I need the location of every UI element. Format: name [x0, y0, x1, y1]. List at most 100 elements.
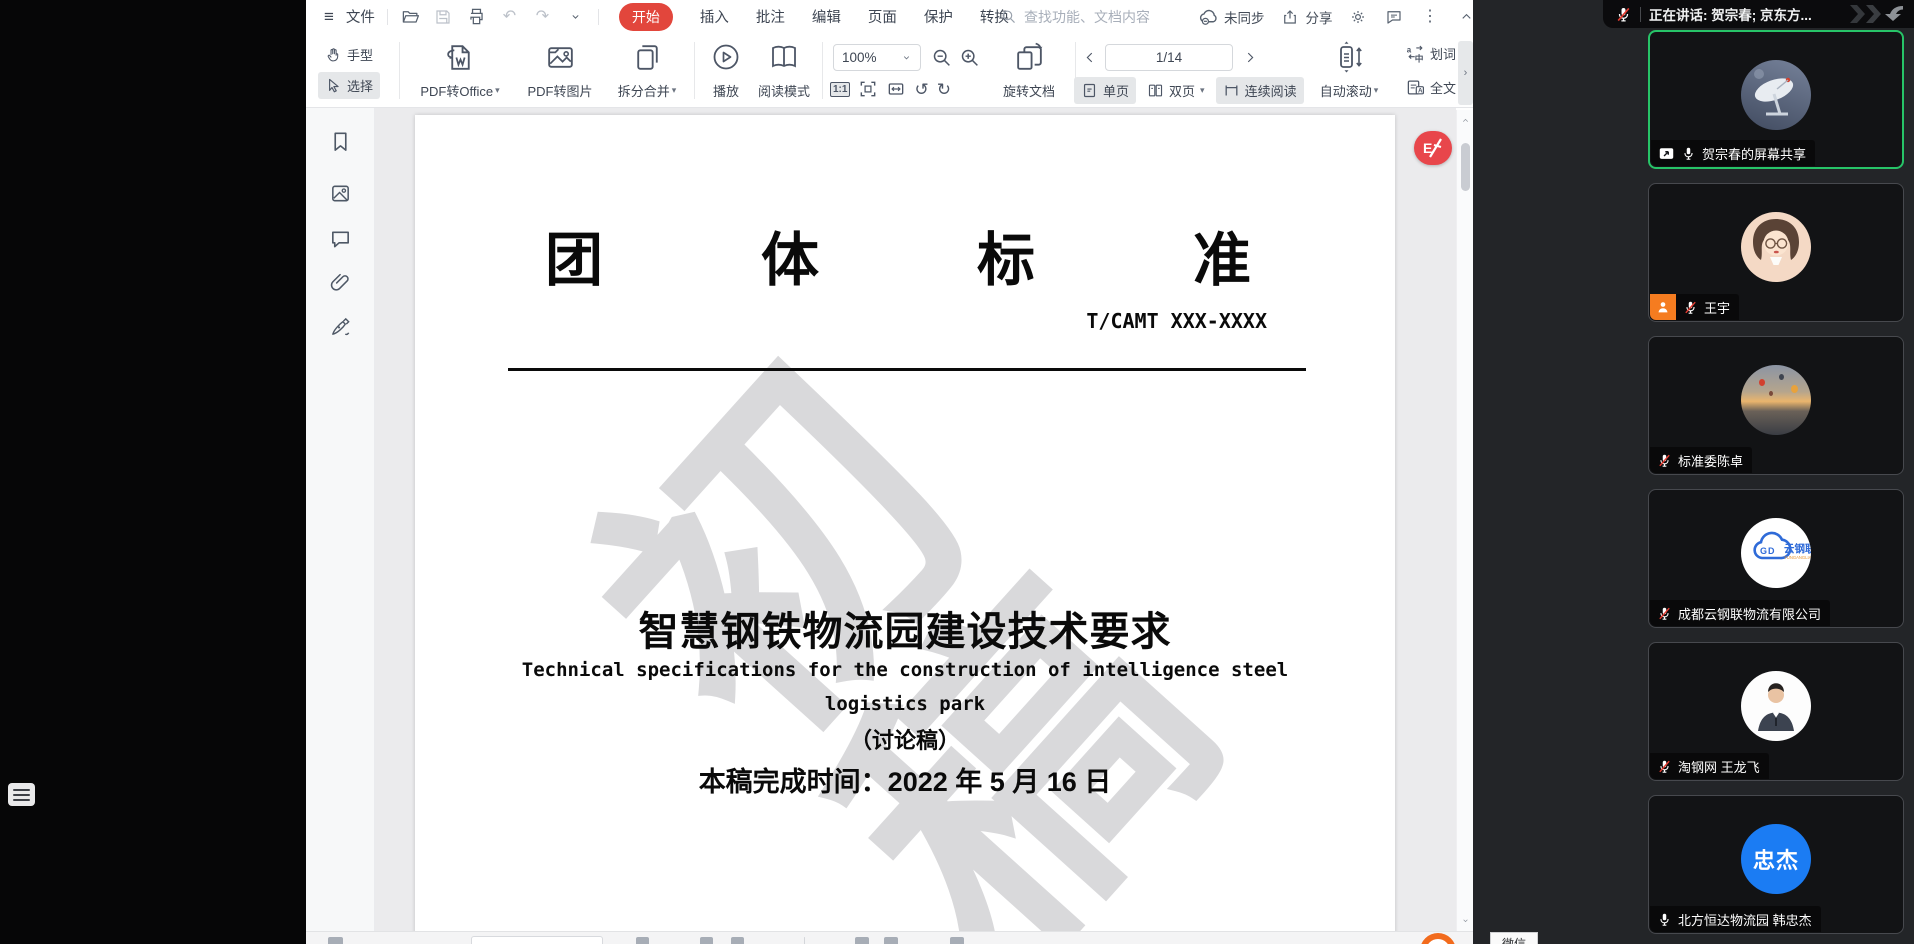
hamburger-menu-icon[interactable]: ≡	[324, 7, 334, 27]
status-icon[interactable]	[950, 937, 964, 944]
scroll-up-icon[interactable]	[1461, 116, 1470, 125]
sync-status-label: 未同步	[1224, 7, 1265, 27]
status-icon[interactable]	[636, 937, 649, 944]
status-icon[interactable]	[884, 937, 898, 944]
status-search-box[interactable]	[471, 936, 603, 944]
muted-mic-icon[interactable]	[1615, 6, 1632, 23]
tab-page[interactable]: 页面	[868, 6, 897, 27]
split-merge-button[interactable]: 拆分合并▾	[608, 40, 686, 102]
mic-muted-icon	[1657, 606, 1672, 621]
tab-home[interactable]: 开始	[619, 3, 673, 31]
divider	[804, 937, 805, 944]
mic-muted-icon	[1683, 300, 1698, 315]
auto-scroll-button[interactable]: 自动滚动▾	[1310, 40, 1388, 102]
signature-icon[interactable]	[327, 313, 353, 339]
person-icon	[1655, 299, 1671, 315]
select-tool-label: 选择	[347, 76, 373, 95]
scroll-down-icon[interactable]	[1461, 916, 1470, 925]
outline-toggle-button[interactable]	[8, 783, 35, 806]
split-merge-icon	[631, 41, 664, 74]
gear-icon[interactable]	[1348, 6, 1369, 27]
cloud-sync-icon[interactable]	[1198, 6, 1219, 27]
full-translate-icon: A	[1406, 78, 1425, 97]
global-search[interactable]	[1000, 0, 1164, 33]
divider	[387, 9, 388, 25]
panel-expand-handle[interactable]: ›	[1458, 41, 1473, 105]
fit-page-icon[interactable]	[858, 79, 878, 99]
participant-tile[interactable]: G D 云钢联 YUNGANGLIAN 成都云钢联物流有限公司	[1648, 489, 1904, 628]
wps-pdf-window: ≡ 文件 ↶ ↷ 开始 插入 批注 编辑 页面 保护 转换	[306, 0, 1473, 944]
actual-size-button[interactable]: 1:1	[830, 82, 850, 97]
bookmark-icon[interactable]	[327, 128, 353, 154]
hand-tool-button[interactable]: 手型	[318, 41, 380, 68]
status-icon[interactable]	[731, 937, 744, 944]
document-side-toolbar	[306, 108, 375, 931]
undo-icon[interactable]: ↶	[499, 6, 520, 27]
vertical-scrollbar[interactable]	[1456, 110, 1473, 931]
tab-insert[interactable]: 插入	[700, 6, 729, 27]
redo-icon[interactable]: ↷	[532, 6, 553, 27]
save-icon[interactable]	[433, 6, 454, 27]
status-icon[interactable]	[855, 937, 869, 944]
zoom-level-select[interactable]: 100%	[833, 44, 921, 71]
participant-label: 淘钢网 王龙飞	[1650, 753, 1769, 779]
feedback-comment-icon[interactable]	[1384, 6, 1405, 27]
image-panel-icon[interactable]	[327, 180, 353, 206]
read-mode-button[interactable]: 阅读模式	[752, 40, 816, 102]
participant-tile[interactable]: 标准委陈卓	[1648, 336, 1904, 475]
search-input[interactable]	[1024, 9, 1164, 25]
more-kebab-icon[interactable]: ⋮	[1420, 6, 1441, 27]
next-page-icon[interactable]	[1242, 50, 1257, 65]
participant-tile[interactable]: 王宇	[1648, 183, 1904, 322]
zoom-in-icon[interactable]	[959, 47, 980, 68]
quickbar-dropdown-icon[interactable]	[565, 6, 586, 27]
single-page-button[interactable]: 单页	[1074, 77, 1136, 104]
previous-page-icon[interactable]	[1083, 50, 1098, 65]
print-icon[interactable]	[466, 6, 487, 27]
tab-annotate[interactable]: 批注	[756, 6, 785, 27]
speaking-banner-text: 正在讲话: 贺宗春; 京东方...	[1649, 4, 1812, 24]
continuous-read-button[interactable]: 连续阅读	[1216, 77, 1304, 104]
status-icon[interactable]	[700, 937, 713, 944]
participant-tile[interactable]: 淘钢网 王龙飞	[1648, 642, 1904, 781]
share-icon[interactable]	[1280, 6, 1301, 27]
zoom-out-icon[interactable]	[931, 47, 952, 68]
scrollbar-thumb[interactable]	[1461, 143, 1470, 191]
collapse-ribbon-icon[interactable]	[1456, 6, 1474, 27]
mic-muted-icon	[1657, 453, 1672, 468]
word-translate-button[interactable]: a中 划词	[1406, 42, 1456, 65]
comment-panel-icon[interactable]	[327, 225, 353, 251]
tab-edit[interactable]: 编辑	[812, 6, 841, 27]
participant-tile[interactable]: 贺宗春的屏幕共享	[1648, 30, 1904, 169]
play-button[interactable]: 播放	[702, 40, 750, 102]
share-label[interactable]: 分享	[1306, 7, 1333, 27]
participant-label: 标准委陈卓	[1650, 447, 1752, 473]
continuous-icon	[1223, 82, 1240, 99]
page-number-input[interactable]	[1105, 44, 1233, 71]
wechat-taskbar-chip[interactable]: 微信	[1490, 932, 1538, 944]
file-menu[interactable]: 文件	[346, 6, 375, 27]
rotate-right-icon[interactable]: ↻	[937, 81, 951, 98]
overlay-arrows-icon[interactable]	[1848, 4, 1906, 24]
zoom-level-value: 100%	[842, 50, 877, 65]
pdf-to-office-button[interactable]: PDF转Office▾	[410, 40, 510, 102]
presenter-person-badge	[1650, 294, 1676, 320]
draft-note: （讨论稿）	[415, 723, 1395, 755]
mic-muted-icon	[1657, 759, 1672, 774]
rotate-document-button[interactable]: 旋转文档	[994, 40, 1064, 102]
participant-label: 北方恒达物流园 韩忠杰	[1650, 906, 1821, 932]
pdf-to-image-button[interactable]: PDF转图片	[514, 40, 606, 102]
full-translate-button[interactable]: A 全文	[1406, 76, 1456, 99]
participant-tile[interactable]: 忠杰 北方恒达物流园 韩忠杰	[1648, 795, 1904, 934]
tab-protect[interactable]: 保护	[924, 6, 953, 27]
status-thumbnail-icon[interactable]	[328, 937, 343, 944]
double-page-button[interactable]: 双页▾	[1140, 77, 1212, 104]
ez-floating-badge[interactable]: E	[1414, 131, 1452, 165]
pdf-to-image-icon	[544, 41, 577, 74]
fit-width-icon[interactable]	[886, 79, 906, 99]
standard-type-heading: 团 体 标 准	[545, 213, 1251, 297]
select-tool-button[interactable]: 选择	[318, 72, 380, 99]
attachment-icon[interactable]	[327, 269, 353, 295]
rotate-left-icon[interactable]: ↺	[914, 81, 928, 98]
open-file-icon[interactable]	[400, 6, 421, 27]
